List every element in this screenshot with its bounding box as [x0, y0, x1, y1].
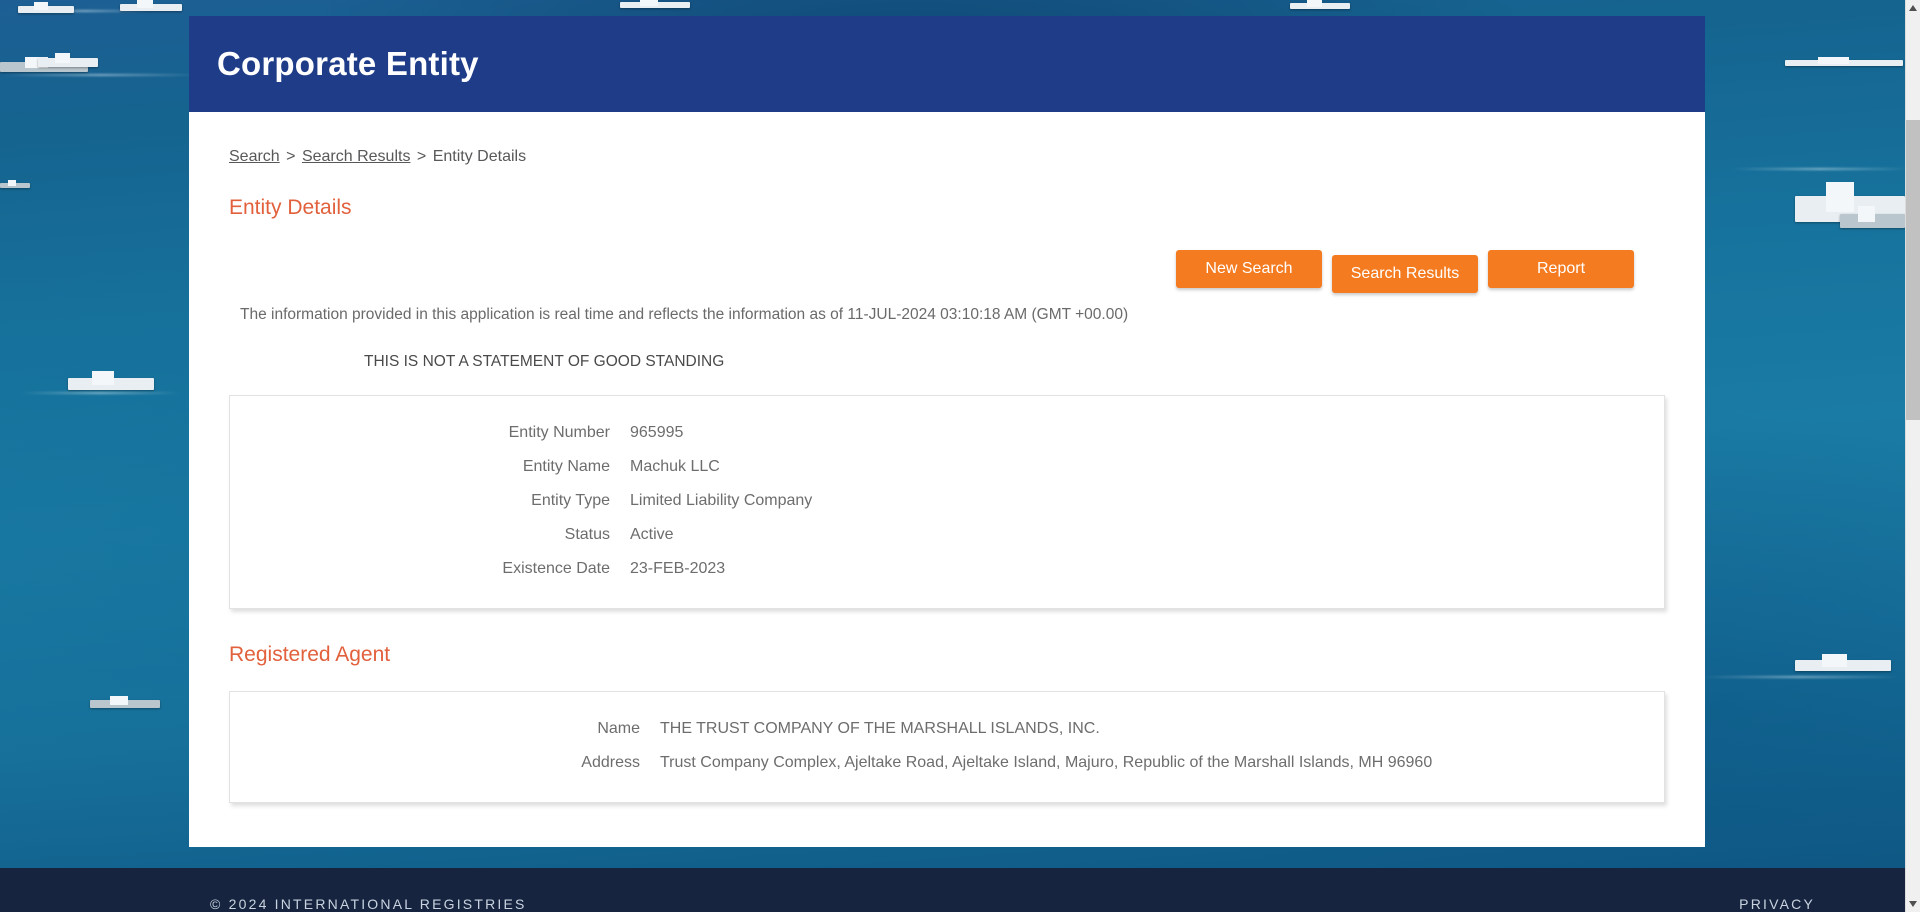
detail-label: Address [581, 754, 640, 771]
registered-agent-heading: Registered Agent [229, 643, 391, 666]
good-standing-disclaimer: THIS IS NOT A STATEMENT OF GOOD STANDING [364, 353, 725, 370]
detail-value: Active [630, 526, 674, 543]
detail-value: Limited Liability Company [630, 492, 813, 509]
detail-label: Entity Number [508, 424, 610, 441]
report-button[interactable]: Report [1488, 250, 1634, 288]
table-row: Entity Type Limited Liability Company [230, 484, 1664, 518]
scrollbar-thumb[interactable] [1906, 120, 1920, 420]
scroll-down-arrow-icon[interactable] [1906, 896, 1920, 912]
action-button-row: New Search Search Results Report [229, 244, 1665, 296]
search-results-button[interactable]: Search Results [1332, 255, 1478, 293]
footer-privacy-link[interactable]: PRIVACY [1739, 896, 1815, 912]
detail-label: Status [564, 526, 610, 543]
table-row: Address Trust Company Complex, Ajeltake … [230, 746, 1664, 780]
detail-value: 965995 [630, 424, 684, 441]
registered-agent-panel: Name THE TRUST COMPANY OF THE MARSHALL I… [229, 691, 1665, 803]
detail-value: Trust Company Complex, Ajeltake Road, Aj… [660, 754, 1433, 771]
detail-value: Machuk LLC [630, 458, 720, 475]
breadcrumb-separator: > [286, 148, 296, 165]
breadcrumb-link-search-results[interactable]: Search Results [302, 148, 411, 165]
page-title: Corporate Entity [217, 45, 479, 82]
site-header: Corporate Entity [189, 16, 1705, 112]
detail-label: Entity Name [522, 458, 610, 475]
site-footer: © 2024 INTERNATIONAL REGISTRIES PRIVACY [0, 868, 1905, 912]
detail-value: THE TRUST COMPANY OF THE MARSHALL ISLAND… [660, 720, 1100, 737]
table-row: Existence Date 23-FEB-2023 [230, 552, 1664, 586]
entity-details-heading: Entity Details [229, 196, 352, 219]
breadcrumb-link-search[interactable]: Search [229, 148, 280, 165]
footer-inner: © 2024 INTERNATIONAL REGISTRIES PRIVACY [210, 896, 1815, 912]
entity-details-panel: Entity Number 965995 Entity Name Machuk … [229, 395, 1665, 609]
detail-value: 23-FEB-2023 [630, 560, 726, 577]
scroll-up-arrow-icon[interactable] [1906, 0, 1920, 16]
footer-copyright: © 2024 INTERNATIONAL REGISTRIES [210, 896, 527, 912]
vertical-scrollbar[interactable] [1905, 0, 1920, 912]
page-body: Search > Search Results > Entity Details… [189, 112, 1705, 847]
page-root: Corporate Entity Search > Search Results… [0, 0, 1905, 912]
new-search-button[interactable]: New Search [1176, 250, 1322, 288]
detail-label: Existence Date [502, 560, 610, 577]
detail-label: Name [597, 720, 640, 737]
breadcrumb-separator: > [416, 148, 427, 165]
realtime-information-notice: The information provided in this applica… [240, 306, 1129, 323]
breadcrumb-current-entity-details: Entity Details [432, 148, 527, 165]
breadcrumb: Search > Search Results > Entity Details [229, 112, 1665, 166]
table-row: Name THE TRUST COMPANY OF THE MARSHALL I… [230, 712, 1664, 746]
table-row: Entity Name Machuk LLC [230, 450, 1664, 484]
content-card: Corporate Entity Search > Search Results… [189, 16, 1705, 847]
table-row: Status Active [230, 518, 1664, 552]
detail-label: Entity Type [531, 492, 610, 509]
table-row: Entity Number 965995 [230, 416, 1664, 450]
